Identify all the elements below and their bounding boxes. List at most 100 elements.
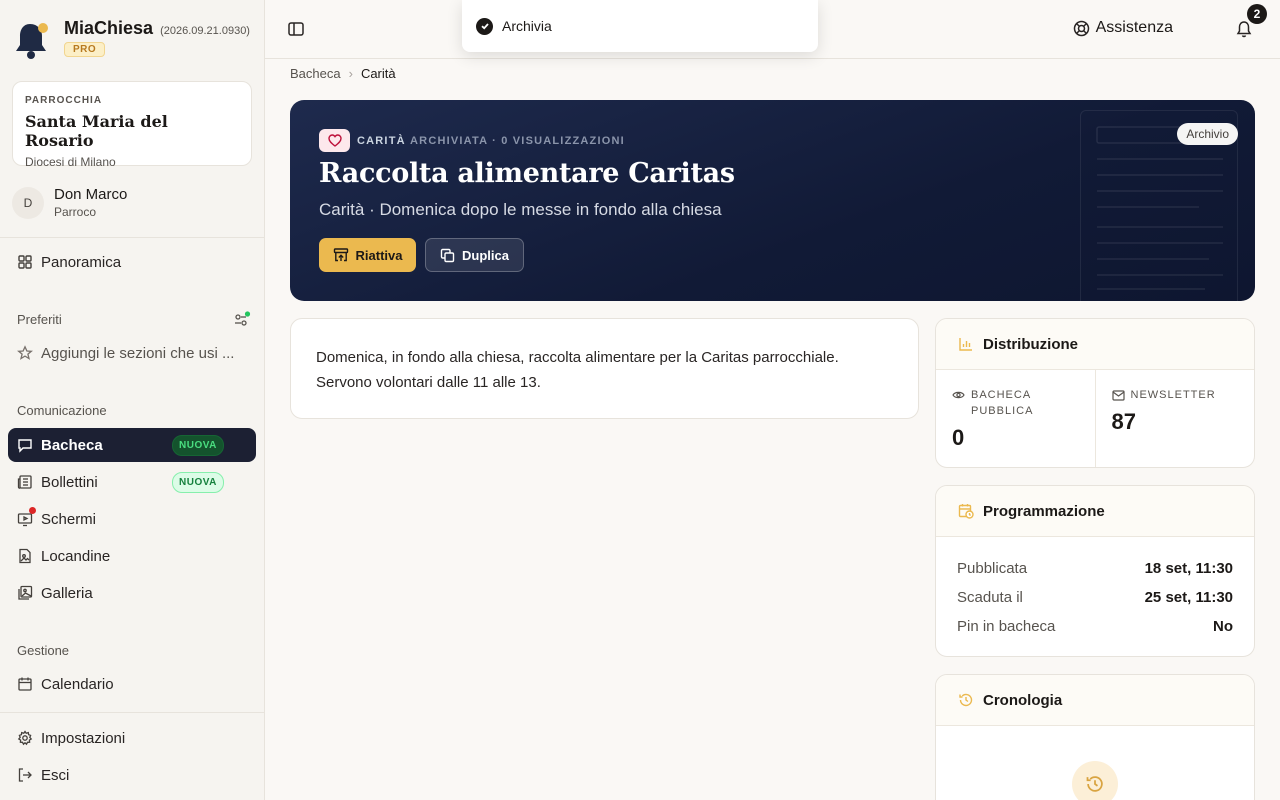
reactivate-button[interactable]: Riattiva (319, 238, 416, 272)
schedule-row: Pubblicata 18 set, 11:30 (957, 554, 1233, 583)
history-card: Cronologia (935, 674, 1255, 800)
post-meta: CARITÀ ARCHIVIATA · 0 VISUALIZZAZIONI (319, 129, 625, 152)
help-button[interactable]: Assistenza (1073, 19, 1173, 37)
schedule-value: No (1213, 618, 1233, 635)
sidebar-item-bollettini[interactable]: Bollettini NUOVA (8, 465, 256, 499)
new-badge: NUOVA (172, 434, 224, 456)
sidebar-item-impostazioni[interactable]: Impostazioni (8, 721, 256, 755)
sidebar: MiaChiesa (2026.09.21.0930) PRO PARROCCH… (0, 0, 265, 800)
post-title: Raccolta alimentare Caritas (319, 158, 735, 189)
post-description: Domenica, in fondo alla chiesa, raccolta… (316, 349, 839, 391)
toast-notification: Archivia (462, 0, 818, 52)
sidebar-item-label: Bacheca (41, 436, 103, 454)
history-title: Cronologia (983, 691, 1063, 709)
favorites-add-hint[interactable]: Aggiungi le sezioni che usi ... (8, 336, 256, 370)
sidebar-item-bacheca[interactable]: Bacheca NUOVA (8, 428, 256, 462)
distribution-card: Distribuzione BACHECA PUBBLICA 0 NEWSLET… (935, 318, 1255, 468)
distribution-title: Distribuzione (983, 335, 1079, 353)
newspaper-icon (17, 475, 32, 489)
schedule-row: Scaduta il 25 set, 11:30 (957, 583, 1233, 612)
divider (0, 237, 265, 238)
sidebar-item-label: Locandine (41, 547, 111, 565)
sidebar-item-label: Esci (41, 766, 70, 784)
message-icon (18, 439, 32, 453)
favorites-hint: Aggiungi le sezioni che usi ... (41, 344, 235, 362)
divider (0, 712, 265, 713)
parish-card[interactable]: PARROCCHIA Santa Maria del Rosario Dioce… (12, 81, 252, 169)
plan-badge: PRO (64, 42, 106, 57)
brand[interactable]: MiaChiesa (2026.09.21.0930) PRO (14, 18, 250, 60)
post-category: CARITÀ (357, 134, 406, 147)
sidebar-item-calendario[interactable]: Calendario (8, 667, 256, 701)
post-status: ARCHIVIATA · 0 VISUALIZZAZIONI (410, 134, 625, 147)
parish-kicker: PARROCCHIA (25, 95, 103, 106)
alert-dot (29, 507, 36, 514)
breadcrumb: Bacheca › Carità (290, 66, 396, 81)
breadcrumb-root[interactable]: Bacheca (290, 66, 341, 81)
heart-icon (319, 129, 350, 152)
sidebar-toggle-icon[interactable] (287, 20, 305, 38)
post-body: Domenica, in fondo alla chiesa, raccolta… (290, 318, 919, 419)
sidebar-item-label: Impostazioni (41, 729, 126, 747)
newsletter-value: 87 (1111, 409, 1136, 434)
notifications-button[interactable]: 2 (1236, 4, 1267, 41)
schedule-key: Pin in bacheca (957, 618, 1056, 635)
history-empty-icon (1072, 761, 1118, 800)
post-subtitle: Carità · Domenica dopo le messe in fondo… (319, 200, 722, 219)
newsletter-label: NEWSLETTER (1130, 389, 1216, 401)
sidebar-item-label: Bollettini (41, 473, 98, 491)
newsletter-stat: NEWSLETTER 87 (1094, 370, 1255, 467)
duplicate-label: Duplica (462, 247, 509, 263)
app-version: (2026.09.21.0930) (160, 25, 250, 37)
board-label: BACHECA PUBBLICA (971, 389, 1034, 417)
parish-diocese: Diocesi di Milano (25, 155, 116, 169)
archive-tag: Archivio (1177, 123, 1238, 145)
help-label: Assistenza (1095, 19, 1173, 36)
schedule-key: Pubblicata (957, 560, 1028, 577)
toast-message: Archivia (502, 18, 552, 34)
sidebar-item-schermi[interactable]: Schermi (8, 502, 256, 536)
schedule-card: Programmazione Pubblicata 18 set, 11:30 S… (935, 485, 1255, 657)
gallery-icon (18, 585, 33, 600)
new-badge: NUOVA (172, 471, 224, 493)
notification-count: 2 (1247, 4, 1267, 24)
user-name: Don Marco (54, 186, 128, 203)
bell-icon (1236, 21, 1252, 38)
calendar-icon (18, 677, 32, 691)
user-profile[interactable]: D Don Marco Parroco (12, 186, 127, 219)
sidebar-item-label: Galleria (41, 584, 93, 602)
parish-name: Santa Maria del Rosario (25, 112, 168, 150)
sidebar-item-label: Calendario (41, 675, 114, 693)
schedule-value: 25 set, 11:30 (1144, 589, 1233, 606)
schedule-row: Pin in bacheca No (957, 612, 1233, 641)
sidebar-item-galleria[interactable]: Galleria (8, 576, 256, 610)
avatar: D (12, 186, 44, 219)
post-hero: Archivio CARITÀ ARCHIVIATA · 0 VISUALIZZ… (290, 100, 1255, 301)
grid-icon (18, 255, 32, 269)
copy-icon (440, 248, 455, 262)
communication-label: Comunicazione (17, 403, 107, 418)
board-value: 0 (952, 425, 965, 450)
breadcrumb-current: Carità (360, 66, 396, 81)
archive-restore-icon (333, 248, 348, 262)
management-label: Gestione (17, 643, 70, 658)
history-icon (959, 693, 973, 707)
lifebuoy-icon (1073, 20, 1089, 36)
file-image-icon (19, 548, 31, 564)
eye-icon (952, 391, 965, 399)
mail-icon (1111, 390, 1125, 401)
user-role: Parroco (54, 205, 97, 219)
duplicate-button[interactable]: Duplica (425, 238, 524, 272)
sidebar-item-locandine[interactable]: Locandine (8, 539, 256, 573)
sidebar-item-label: Schermi (41, 510, 97, 528)
gear-icon (17, 730, 33, 746)
chevron-right-icon: › (348, 66, 353, 81)
favorites-settings-icon[interactable] (233, 311, 251, 332)
sidebar-item-label: Panoramica (41, 253, 122, 271)
bar-chart-icon (959, 338, 972, 351)
sidebar-item-overview[interactable]: Panoramica (8, 245, 256, 279)
reactivate-label: Riattiva (355, 247, 403, 263)
sidebar-item-esci[interactable]: Esci (8, 758, 256, 792)
calendar-clock-icon (958, 504, 974, 519)
board-stat: BACHECA PUBBLICA 0 (936, 370, 1095, 467)
